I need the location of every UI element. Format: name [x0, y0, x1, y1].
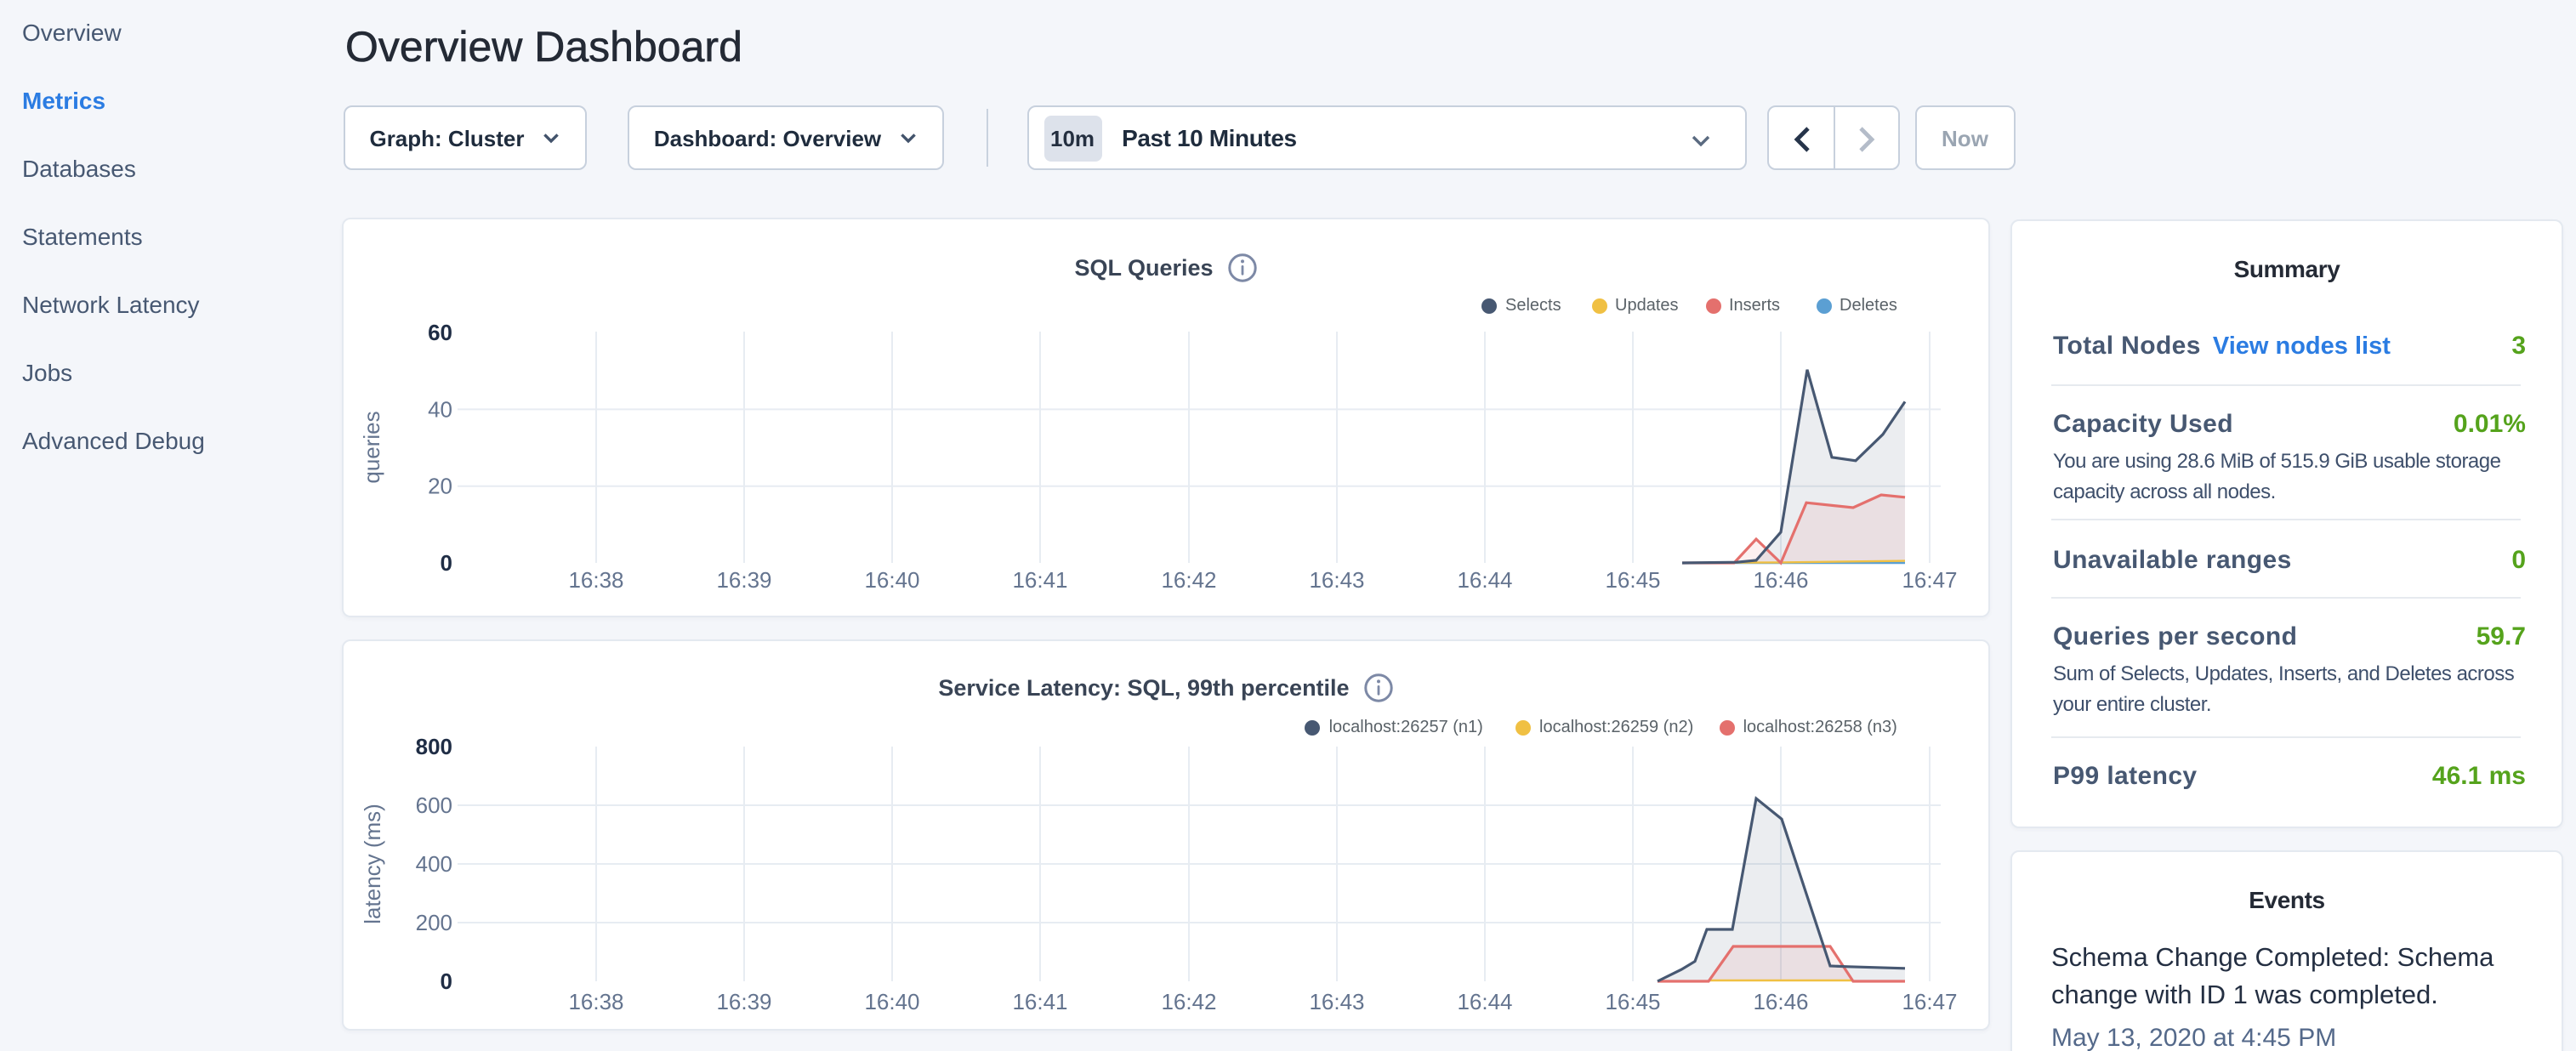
svg-text:16:47: 16:47: [1902, 989, 1957, 1014]
svg-text:16:43: 16:43: [1309, 567, 1364, 593]
svg-text:60: 60: [428, 320, 452, 345]
svg-text:16:41: 16:41: [1012, 567, 1067, 593]
svg-text:latency (ms): latency (ms): [360, 804, 385, 924]
svg-text:16:42: 16:42: [1161, 567, 1216, 593]
svg-text:600: 600: [416, 793, 452, 818]
svg-text:400: 400: [416, 851, 452, 877]
svg-text:queries: queries: [359, 411, 384, 483]
svg-text:16:47: 16:47: [1902, 567, 1957, 593]
svg-text:800: 800: [416, 734, 452, 759]
svg-text:16:40: 16:40: [864, 989, 919, 1014]
svg-text:16:45: 16:45: [1605, 989, 1660, 1014]
svg-text:40: 40: [428, 396, 452, 422]
svg-text:20: 20: [428, 474, 452, 499]
svg-text:16:46: 16:46: [1753, 989, 1808, 1014]
svg-text:16:44: 16:44: [1457, 567, 1512, 593]
svg-text:16:45: 16:45: [1605, 567, 1660, 593]
svg-text:0: 0: [441, 969, 452, 994]
svg-text:16:40: 16:40: [864, 567, 919, 593]
svg-text:16:39: 16:39: [716, 989, 771, 1014]
svg-text:16:41: 16:41: [1012, 989, 1067, 1014]
svg-text:16:39: 16:39: [716, 567, 771, 593]
svg-text:200: 200: [416, 910, 452, 935]
svg-text:0: 0: [441, 550, 452, 576]
svg-text:16:46: 16:46: [1753, 567, 1808, 593]
svg-text:16:38: 16:38: [568, 989, 623, 1014]
svg-text:16:38: 16:38: [568, 567, 623, 593]
svg-text:16:44: 16:44: [1457, 989, 1512, 1014]
svg-text:16:43: 16:43: [1309, 989, 1364, 1014]
svg-text:16:42: 16:42: [1161, 989, 1216, 1014]
